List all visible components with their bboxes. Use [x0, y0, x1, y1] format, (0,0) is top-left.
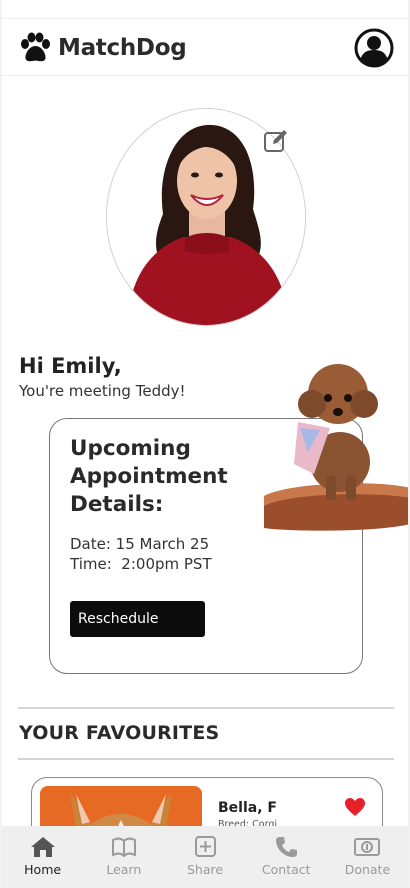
favourite-toggle[interactable]	[343, 795, 367, 819]
home-icon	[30, 837, 55, 857]
nav-label: Share	[186, 862, 224, 877]
appointment-date: Date: 15 March 25	[70, 535, 210, 553]
bottom-nav: Home Learn Share Contact Donate	[2, 826, 408, 888]
reschedule-button[interactable]: Reschedule	[70, 601, 205, 637]
money-icon	[354, 838, 381, 856]
nav-contact[interactable]: Contact	[246, 826, 327, 888]
app-name: MatchDog	[58, 35, 187, 61]
nav-learn[interactable]: Learn	[83, 826, 164, 888]
plus-square-icon	[195, 836, 216, 857]
heart-icon	[345, 798, 365, 816]
section-divider	[18, 707, 394, 709]
app-header: MatchDog	[2, 18, 408, 76]
greeting-subtitle: You're meeting Teddy!	[19, 382, 186, 400]
nav-label: Donate	[344, 862, 391, 877]
section-divider	[18, 758, 394, 760]
greeting-title: Hi Emily,	[19, 354, 122, 378]
favourite-name: Bella, F	[218, 800, 277, 816]
app-logo[interactable]: MatchDog	[18, 32, 187, 64]
nav-share[interactable]: Share	[164, 826, 245, 888]
dog-photo	[260, 356, 408, 532]
phone-icon	[276, 837, 298, 857]
nav-home[interactable]: Home	[2, 826, 83, 888]
nav-label: Learn	[106, 862, 142, 877]
appointment-time: Time: 2:00pm PST	[70, 555, 212, 573]
book-icon	[111, 837, 136, 858]
appointment-title: Upcoming Appointment Details:	[70, 436, 228, 517]
edit-icon	[264, 130, 287, 152]
nav-label: Home	[24, 862, 62, 877]
paw-icon	[21, 32, 50, 62]
user-circle-icon	[354, 28, 394, 68]
nav-donate[interactable]: Donate	[327, 826, 408, 888]
app-screen: MatchDog Hi Emily, You're meeting Teddy!…	[2, 0, 408, 888]
favourites-title: YOUR FAVOURITES	[19, 722, 220, 744]
edit-photo-button[interactable]	[263, 128, 289, 154]
nav-label: Contact	[261, 862, 311, 877]
profile-button[interactable]	[354, 28, 394, 68]
